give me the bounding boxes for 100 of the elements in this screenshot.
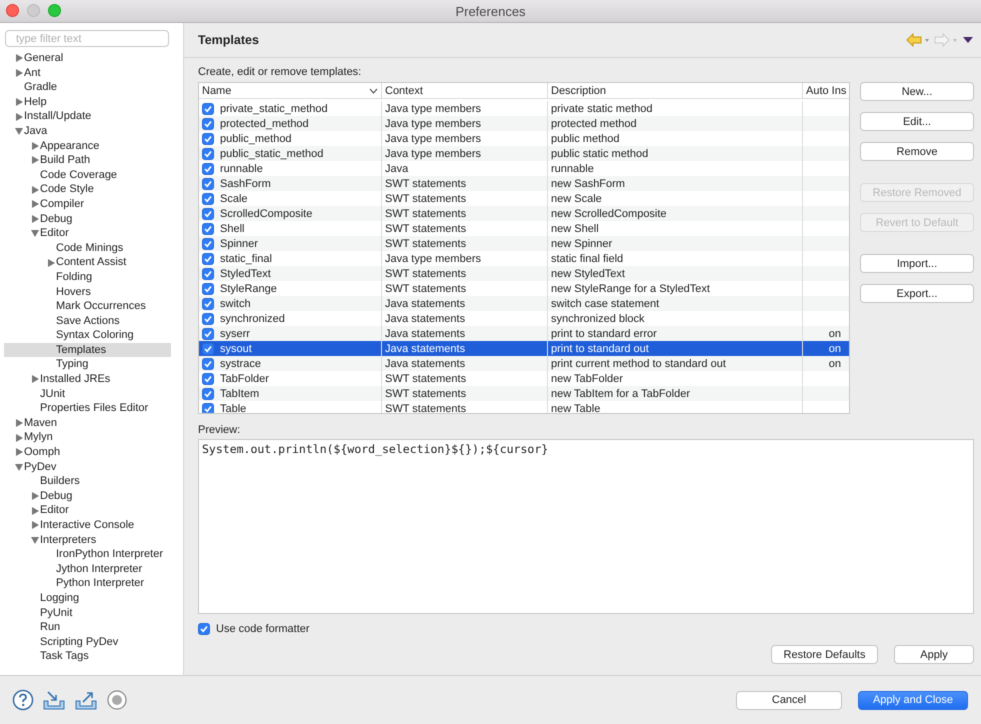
- collapsed-triangle-icon[interactable]: [31, 521, 39, 530]
- tree-item[interactable]: Compiler: [4, 196, 171, 212]
- collapsed-triangle-icon[interactable]: [15, 54, 23, 62]
- tree-item[interactable]: Syntax Coloring: [4, 328, 171, 343]
- table-row[interactable]: sysout Java statements print to standard out on: [199, 341, 849, 356]
- import-icon[interactable]: [42, 689, 66, 712]
- tree-item[interactable]: PyDev: [4, 460, 171, 474]
- tree-item[interactable]: IronPython Interpreter: [4, 547, 171, 562]
- tree-item[interactable]: Code Style: [4, 182, 171, 197]
- collapsed-triangle-icon[interactable]: [15, 419, 23, 428]
- checkbox[interactable]: [202, 132, 214, 144]
- table-row[interactable]: systrace Java statements print current method to standard out on: [199, 356, 849, 371]
- tree-item[interactable]: JUnit: [4, 386, 171, 402]
- tree-item[interactable]: Folding: [4, 270, 171, 284]
- collapsed-triangle-icon[interactable]: [15, 98, 23, 106]
- tree-item[interactable]: Save Actions: [4, 314, 171, 328]
- tree-item[interactable]: Install/Update: [4, 109, 171, 124]
- close-button[interactable]: [6, 4, 19, 17]
- expanded-triangle-icon[interactable]: [15, 462, 23, 471]
- collapsed-triangle-icon[interactable]: [31, 506, 39, 515]
- side-button[interactable]: Remove: [860, 142, 974, 161]
- table-row[interactable]: syserr Java statements print to standard error on: [199, 326, 849, 341]
- tree-item[interactable]: Logging: [4, 590, 171, 606]
- collapsed-triangle-icon[interactable]: [15, 68, 23, 77]
- checkbox[interactable]: [202, 192, 214, 204]
- tree-item[interactable]: Typing: [4, 357, 171, 372]
- tree-item[interactable]: Gradle: [4, 80, 171, 95]
- tree-item[interactable]: Templates: [4, 342, 171, 358]
- collapsed-triangle-icon[interactable]: [15, 112, 23, 121]
- tree-item[interactable]: Mark Occurrences: [4, 299, 171, 314]
- tree-item[interactable]: Content Assist: [4, 255, 171, 270]
- tree-item[interactable]: Oomph: [4, 445, 171, 460]
- tree-item[interactable]: Hovers: [4, 284, 171, 300]
- tree-item[interactable]: Debug: [4, 212, 171, 226]
- table-row[interactable]: switch Java statements switch case statement: [199, 296, 849, 311]
- tree-item[interactable]: Installed JREs: [4, 372, 171, 387]
- column-header[interactable]: Context: [382, 83, 548, 98]
- table-row[interactable]: StyledText SWT statements new StyledText: [199, 266, 849, 281]
- checkbox[interactable]: [202, 178, 214, 190]
- column-header[interactable]: Description: [548, 83, 803, 98]
- preview-code[interactable]: System.out.println(${word_selection}${});${cursor}: [198, 439, 974, 614]
- tree-item[interactable]: Editor: [4, 226, 171, 241]
- tree-item[interactable]: Scripting PyDev: [4, 634, 171, 650]
- checkbox[interactable]: [202, 148, 214, 160]
- checkbox[interactable]: [198, 623, 210, 635]
- dialog-button[interactable]: Cancel: [736, 690, 842, 710]
- table-row[interactable]: ScrolledComposite SWT statements new ScrolledComposite: [199, 206, 849, 221]
- tree-item[interactable]: Ant: [4, 66, 171, 80]
- tree-item[interactable]: PyUnit: [4, 606, 171, 620]
- checkbox[interactable]: [202, 298, 214, 310]
- collapsed-triangle-icon[interactable]: [31, 200, 39, 208]
- checkbox[interactable]: [202, 388, 214, 400]
- tree-item[interactable]: Code Coverage: [4, 168, 171, 182]
- checkbox[interactable]: [202, 312, 214, 324]
- side-button[interactable]: Import...: [860, 254, 974, 273]
- page-button[interactable]: Restore Defaults: [771, 645, 878, 664]
- collapsed-triangle-icon[interactable]: [31, 186, 39, 194]
- collapsed-triangle-icon[interactable]: [47, 258, 55, 267]
- tree-item[interactable]: Mylyn: [4, 430, 171, 446]
- zoom-button[interactable]: [48, 4, 61, 17]
- table-row[interactable]: Table SWT statements new Table: [199, 401, 849, 413]
- tree-item[interactable]: General: [4, 51, 171, 66]
- tree-item[interactable]: Maven: [4, 416, 171, 430]
- menu-icon[interactable]: [962, 35, 974, 45]
- side-button[interactable]: Edit...: [860, 112, 974, 131]
- tree-item[interactable]: Properties Files Editor: [4, 401, 171, 416]
- side-button[interactable]: Export...: [860, 284, 974, 303]
- tree-item[interactable]: Editor: [4, 503, 171, 518]
- checkbox[interactable]: [202, 252, 214, 264]
- filter-field[interactable]: type filter text: [5, 30, 169, 47]
- collapsed-triangle-icon[interactable]: [31, 214, 39, 223]
- collapsed-triangle-icon[interactable]: [31, 156, 39, 164]
- checkbox[interactable]: [202, 328, 214, 340]
- page-button[interactable]: Apply: [894, 645, 974, 664]
- help-icon[interactable]: [12, 689, 34, 712]
- tree-item[interactable]: Code Minings: [4, 240, 171, 256]
- table-row[interactable]: TabItem SWT statements new TabItem for a TabFolder: [199, 386, 849, 401]
- record-icon[interactable]: [106, 689, 128, 712]
- collapsed-triangle-icon[interactable]: [31, 375, 39, 384]
- table-row[interactable]: protected_method Java type members protected method: [199, 116, 849, 131]
- export-icon[interactable]: [74, 689, 98, 712]
- checkbox[interactable]: [202, 358, 214, 370]
- tree-item[interactable]: Run: [4, 620, 171, 635]
- tree-item[interactable]: Build Path: [4, 153, 171, 168]
- checkbox[interactable]: [202, 238, 214, 250]
- table-row[interactable]: Spinner SWT statements new Spinner: [199, 236, 849, 251]
- tree-item[interactable]: Task Tags: [4, 649, 171, 664]
- checkbox[interactable]: [202, 402, 214, 413]
- tree-item[interactable]: Java: [4, 124, 171, 139]
- tree-item[interactable]: Jython Interpreter: [4, 562, 171, 576]
- expanded-triangle-icon[interactable]: [31, 229, 39, 238]
- tree-item[interactable]: Python Interpreter: [4, 576, 171, 591]
- tree-item[interactable]: Interactive Console: [4, 518, 171, 533]
- checkbox[interactable]: [202, 342, 214, 354]
- tree-item[interactable]: Debug: [4, 488, 171, 504]
- column-header[interactable]: Auto Ins: [803, 83, 849, 98]
- table-row[interactable]: SashForm SWT statements new SashForm: [199, 176, 849, 191]
- checkbox[interactable]: [202, 208, 214, 220]
- checkbox[interactable]: [202, 282, 214, 294]
- checkbox[interactable]: [202, 102, 214, 114]
